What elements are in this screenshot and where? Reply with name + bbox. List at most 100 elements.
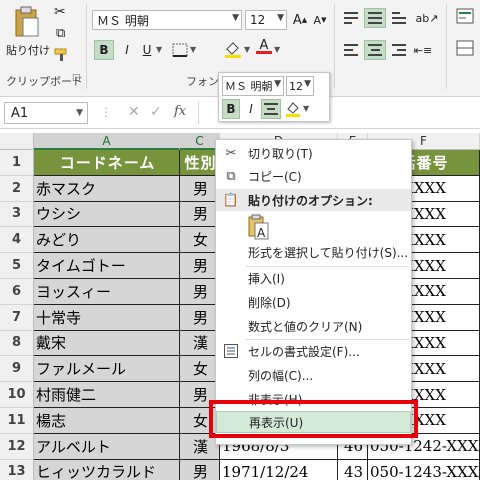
clipboard-launcher-icon[interactable]: ◲ xyxy=(72,73,81,83)
column-header-a[interactable]: A xyxy=(34,133,180,150)
chevron-down-icon[interactable]: ▼ xyxy=(274,45,280,54)
fill-color-icon[interactable] xyxy=(224,40,242,58)
align-left-button[interactable] xyxy=(340,40,362,60)
cell-gender[interactable]: 男 xyxy=(180,201,220,228)
menu-item-delete-label: 削除(D) xyxy=(248,295,291,310)
column-header-c[interactable]: C xyxy=(180,133,220,150)
align-center-button[interactable] xyxy=(364,40,386,60)
row-header[interactable]: 12 xyxy=(0,433,34,460)
row-header[interactable]: 4 xyxy=(0,227,34,254)
cell-codename[interactable]: ヨッスィー xyxy=(34,279,180,305)
cell-codename[interactable]: アルベルト xyxy=(34,433,180,460)
menu-item-copy-label: コピー(C) xyxy=(248,169,302,184)
row-header[interactable]: 13 xyxy=(0,459,34,480)
cell-age[interactable]: 43 xyxy=(338,459,368,480)
cancel-icon[interactable]: ✕ xyxy=(128,104,140,120)
paste-button[interactable]: 貼り付け xyxy=(4,4,52,64)
menu-item-delete[interactable]: 削除(D) xyxy=(216,291,411,313)
cell-gender[interactable]: 女 xyxy=(180,356,220,383)
cell-gender[interactable]: 男 xyxy=(180,304,220,331)
menu-item-clear[interactable]: 数式と値のクリア(N) xyxy=(216,315,411,337)
cell-codename[interactable]: 赤マスク xyxy=(34,175,180,202)
wrap-text-icon[interactable] xyxy=(456,8,474,24)
paste-icon: 📋 xyxy=(222,192,240,208)
cell-codename[interactable]: タイムゴトー xyxy=(34,253,180,279)
row-header[interactable]: 11 xyxy=(0,408,34,434)
underline-button[interactable]: U xyxy=(138,40,156,60)
row-header[interactable]: 1 xyxy=(0,150,34,176)
menu-item-paste-special[interactable]: 形式を選択して貼り付け(S)... xyxy=(216,241,411,263)
cell-codename[interactable]: ファルメール xyxy=(34,356,180,383)
cell-gender[interactable]: 性別 xyxy=(180,150,220,176)
orientation-button[interactable]: ab↗ xyxy=(412,8,442,28)
row-header[interactable]: 8 xyxy=(0,330,34,357)
align-bottom-button[interactable] xyxy=(388,8,410,28)
menu-item-clear-label: 数式と値のクリア(N) xyxy=(248,319,363,334)
row-header[interactable]: 9 xyxy=(0,356,34,383)
row-header[interactable]: 2 xyxy=(0,175,34,202)
menu-item-format-cells[interactable]: セルの書式設定(F)... xyxy=(216,340,411,362)
cell-phone[interactable]: 050-1243-XXXX xyxy=(368,459,480,480)
paste-values-icon[interactable]: A xyxy=(247,214,269,240)
cell-gender[interactable]: 漢 xyxy=(180,330,220,357)
row-header[interactable]: 3 xyxy=(0,201,34,228)
cell-birthdate[interactable]: 1971/12/24 xyxy=(220,459,338,480)
chevron-down-icon[interactable]: ▼ xyxy=(190,45,196,54)
mini-fill-color-icon[interactable] xyxy=(285,100,301,118)
cell-gender[interactable]: 男 xyxy=(180,459,220,480)
insert-function-button[interactable]: fx xyxy=(174,104,186,119)
cell-gender[interactable]: 女 xyxy=(180,227,220,254)
mini-font-size-combo[interactable]: 12 ▼ xyxy=(286,76,314,96)
mini-font-name-combo[interactable]: ＭＳ 明朝 ▼ xyxy=(222,76,284,96)
cell-codename[interactable]: コードネーム xyxy=(34,150,180,176)
menu-item-copy[interactable]: ⧉ コピー(C) xyxy=(216,165,411,187)
cell-codename[interactable]: 楊志 xyxy=(34,408,180,434)
align-bottom-icon xyxy=(392,12,406,24)
italic-button[interactable]: I xyxy=(118,40,136,60)
grow-font-button[interactable]: A ▲ xyxy=(292,10,308,30)
align-right-button[interactable] xyxy=(388,40,410,60)
shrink-font-button[interactable]: A ▼ xyxy=(312,10,328,30)
align-middle-button[interactable] xyxy=(364,8,386,28)
row-header[interactable]: 10 xyxy=(0,382,34,408)
name-box[interactable]: A1 ▼ xyxy=(4,102,88,124)
mini-italic-button[interactable]: I xyxy=(243,99,259,119)
cell-codename[interactable]: 戴宋 xyxy=(34,330,180,357)
cut-icon[interactable]: ✂ xyxy=(54,4,66,20)
row-header[interactable]: 6 xyxy=(0,279,34,305)
mini-align-center-button[interactable] xyxy=(261,99,281,119)
menu-item-cut[interactable]: ✂ 切り取り(T) xyxy=(216,142,411,164)
align-top-button[interactable] xyxy=(340,8,362,28)
font-color-letter: A xyxy=(259,38,269,53)
menu-item-column-width[interactable]: 列の幅(C)... xyxy=(216,364,411,386)
font-name-value: ＭＳ 明朝 xyxy=(97,13,149,28)
cell-gender[interactable]: 男 xyxy=(180,253,220,279)
cell-codename[interactable]: ウシシ xyxy=(34,201,180,228)
border-icon[interactable] xyxy=(172,43,188,57)
cell-gender[interactable]: 男 xyxy=(180,279,220,305)
font-name-combo[interactable]: ＭＳ 明朝 ▼ xyxy=(92,10,242,30)
enter-icon[interactable]: ✓ xyxy=(150,104,162,120)
chevron-down-icon[interactable]: ▼ xyxy=(303,104,309,113)
indent-button[interactable]: ⇤≡ xyxy=(412,40,434,60)
align-middle-icon xyxy=(368,12,382,24)
select-all-corner[interactable] xyxy=(0,133,34,150)
cell-codename[interactable]: ヒィッツカラルド xyxy=(34,459,180,480)
mini-bold-button[interactable]: B xyxy=(222,99,240,119)
format-painter-icon[interactable] xyxy=(54,48,70,62)
bold-button[interactable]: B xyxy=(94,40,114,60)
chevron-down-icon[interactable]: ▼ xyxy=(244,45,250,54)
merge-cells-icon[interactable] xyxy=(456,40,474,56)
underline-dropdown-icon[interactable]: ▼ xyxy=(156,45,162,54)
row-header[interactable]: 7 xyxy=(0,304,34,331)
font-color-button[interactable]: A xyxy=(256,38,272,58)
align-right-icon xyxy=(392,44,406,56)
cell-codename[interactable]: みどり xyxy=(34,227,180,254)
row-header[interactable]: 5 xyxy=(0,253,34,279)
cell-gender[interactable]: 男 xyxy=(180,175,220,202)
cell-codename[interactable]: 村雨健二 xyxy=(34,382,180,408)
font-size-combo[interactable]: 12 ▼ xyxy=(245,10,287,30)
menu-item-insert[interactable]: 挿入(I) xyxy=(216,267,411,289)
copy-icon[interactable]: ⧉ xyxy=(56,26,65,41)
cell-codename[interactable]: 十常寺 xyxy=(34,304,180,331)
